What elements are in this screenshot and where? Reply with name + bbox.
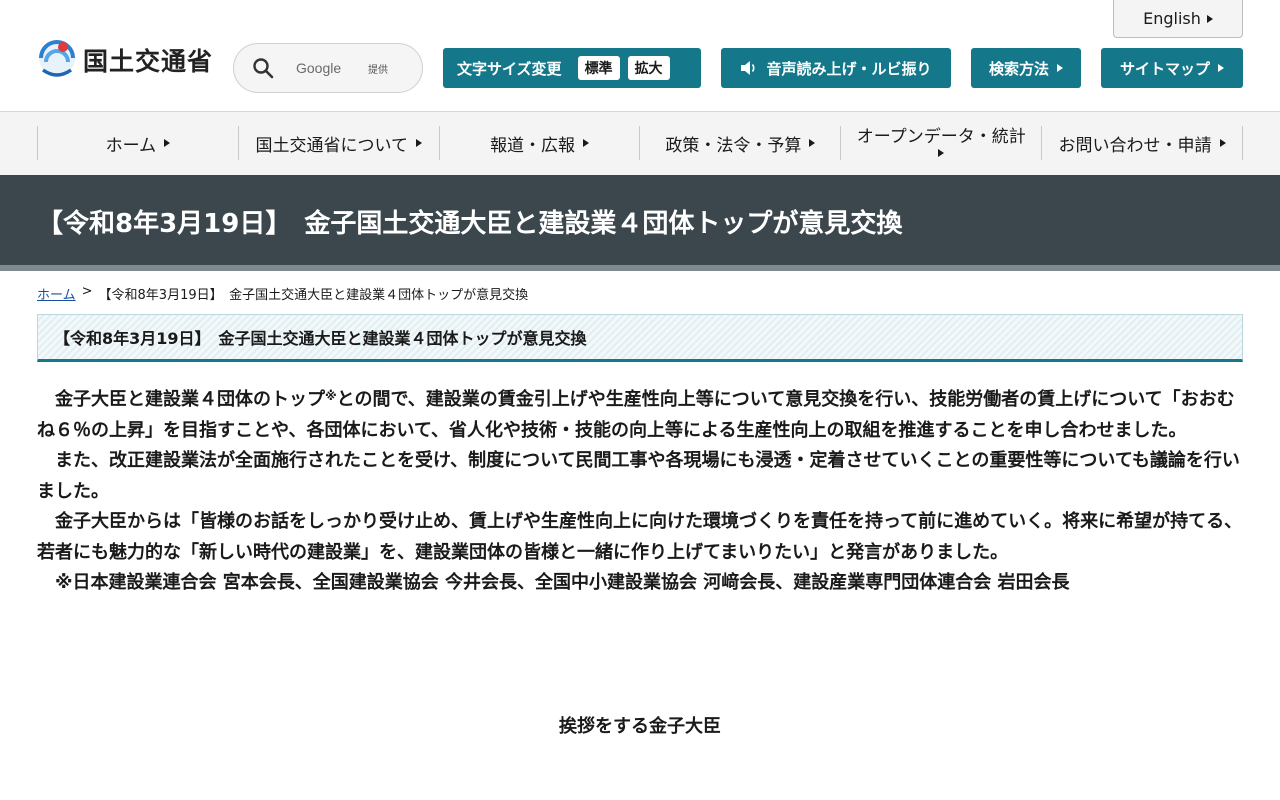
voice-ruby-button[interactable]: 音声読み上げ・ルビ振り bbox=[721, 48, 951, 88]
breadcrumb: ホーム > 【令和8年3月19日】 金子国土交通大臣と建設業４団体トップが意見交… bbox=[37, 284, 528, 303]
arrow-right-icon bbox=[1206, 14, 1213, 23]
arrow-right-icon bbox=[1218, 64, 1224, 72]
arrow-right-icon bbox=[164, 139, 171, 147]
breadcrumb-separator: > bbox=[81, 284, 93, 299]
page-title-band: 【令和8年3月19日】 金子国土交通大臣と建設業４団体トップが意見交換 bbox=[0, 175, 1280, 265]
breadcrumb-current: 【令和8年3月19日】 金子国土交通大臣と建設業４団体トップが意見交換 bbox=[98, 288, 529, 303]
global-nav: ホーム 国土交通省について 報道・広報 政策・法令・予算 オープンデータ・統計 … bbox=[0, 112, 1280, 175]
article-paragraph: 金子大臣と建設業４団体のトップ※との間で、建設業の賃金引上げや生産性向上等につい… bbox=[37, 381, 1243, 446]
site-header: English 国土交通省 提供 文字サイズ変更 標準 拡大 音声読み上げ・ルビ… bbox=[0, 0, 1280, 112]
arrow-right-icon bbox=[809, 139, 816, 147]
nav-item-label: 政策・法令・予算 bbox=[665, 135, 802, 156]
english-link[interactable]: English bbox=[1113, 0, 1243, 38]
arrow-right-icon bbox=[415, 139, 422, 147]
global-nav-list: ホーム 国土交通省について 報道・広報 政策・法令・予算 オープンデータ・統計 … bbox=[37, 126, 1243, 160]
sitemap-button[interactable]: サイトマップ bbox=[1101, 48, 1243, 88]
section-heading: 【令和8年3月19日】 金子国土交通大臣と建設業４団体トップが意見交換 bbox=[37, 314, 1243, 362]
search-method-label: 検索方法 bbox=[988, 59, 1049, 78]
footnote-mark: ※ bbox=[325, 389, 337, 403]
page-title: 【令和8年3月19日】 金子国土交通大臣と建設業４団体トップが意見交換 bbox=[37, 209, 903, 239]
font-size-label: 文字サイズ変更 bbox=[457, 59, 562, 78]
sitemap-label: サイトマップ bbox=[1119, 59, 1210, 78]
photo-caption: 挨拶をする金子大臣 bbox=[559, 716, 721, 737]
section-heading-text: 【令和8年3月19日】 金子国土交通大臣と建設業４団体トップが意見交換 bbox=[54, 329, 587, 348]
search-input[interactable] bbox=[296, 60, 416, 76]
nav-item-label: お問い合わせ・申請 bbox=[1058, 135, 1212, 156]
speaker-icon bbox=[741, 61, 756, 75]
arrow-right-icon bbox=[938, 148, 945, 157]
nav-item-home[interactable]: ホーム bbox=[37, 126, 238, 160]
arrow-right-icon bbox=[583, 139, 590, 147]
nav-item-label: オープンデータ・統計 bbox=[856, 127, 1026, 148]
nav-item-policy[interactable]: 政策・法令・予算 bbox=[639, 126, 840, 160]
nav-item-opendata[interactable]: オープンデータ・統計 bbox=[840, 126, 1041, 160]
article-body: 金子大臣と建設業４団体のトップ※との間で、建設業の賃金引上げや生産性向上等につい… bbox=[37, 381, 1243, 599]
paragraph-text: 金子大臣と建設業４団体のトップ bbox=[55, 389, 325, 410]
title-band-divider bbox=[0, 265, 1280, 271]
nav-item-contact[interactable]: お問い合わせ・申請 bbox=[1041, 126, 1243, 160]
footnote-paragraph: ※日本建設業連合会 宮本会長、全国建設業協会 今井会長、全国中小建設業協会 河﨑… bbox=[55, 572, 1070, 593]
font-size-standard-button[interactable]: 標準 bbox=[577, 56, 620, 80]
nav-item-label: 国土交通省について bbox=[255, 135, 408, 156]
search-provided-label: 提供 bbox=[368, 64, 388, 76]
voice-ruby-label: 音声読み上げ・ルビ振り bbox=[766, 59, 932, 78]
search-method-button[interactable]: 検索方法 bbox=[971, 48, 1081, 88]
search-icon[interactable] bbox=[252, 57, 274, 79]
nav-item-label: 報道・広報 bbox=[490, 135, 576, 156]
logo-text: 国土交通省 bbox=[83, 47, 214, 76]
mlit-logo-icon bbox=[39, 40, 75, 77]
nav-item-press[interactable]: 報道・広報 bbox=[438, 126, 640, 160]
font-size-large-button[interactable]: 拡大 bbox=[627, 56, 670, 80]
article-paragraph: また、改正建設業法が全面施行されたことを受け、制度について民間工事や各現場にも浸… bbox=[37, 450, 1240, 502]
breadcrumb-home-link[interactable]: ホーム bbox=[37, 284, 76, 303]
site-search[interactable]: 提供 bbox=[233, 43, 423, 93]
nav-item-about[interactable]: 国土交通省について bbox=[237, 126, 439, 160]
english-label: English bbox=[1143, 9, 1201, 28]
nav-item-label: ホーム bbox=[105, 135, 157, 156]
article-paragraph: 金子大臣からは「皆様のお話をしっかり受け止め、賃上げや生産性向上に向けた環境づく… bbox=[37, 511, 1243, 563]
arrow-right-icon bbox=[1057, 64, 1063, 72]
font-size-switcher: 文字サイズ変更 標準 拡大 bbox=[443, 48, 701, 88]
arrow-right-icon bbox=[1219, 139, 1226, 147]
site-logo[interactable]: 国土交通省 bbox=[37, 38, 213, 82]
